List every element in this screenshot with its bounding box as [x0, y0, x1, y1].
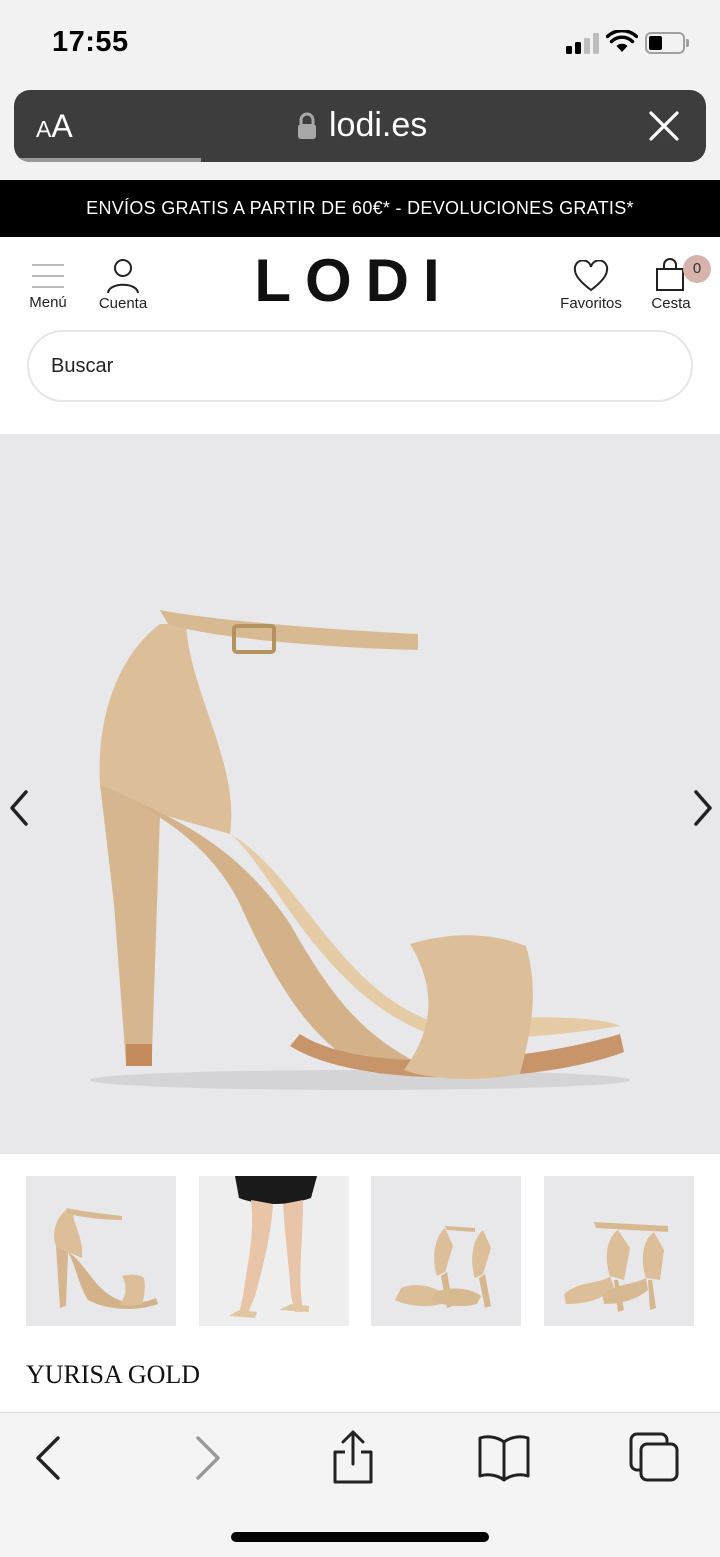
menu-icon[interactable] [32, 264, 64, 288]
home-indicator[interactable] [231, 1532, 489, 1542]
sandal-illustration [90, 610, 630, 1090]
close-icon[interactable] [648, 110, 680, 142]
browser-address-area: AA lodi.es [0, 86, 720, 180]
search-input[interactable] [27, 330, 693, 402]
promo-banner[interactable]: ENVÍOS GRATIS A PARTIR DE 60€* - DEVOLUC… [0, 180, 720, 237]
favorites-label[interactable]: Favoritos [556, 295, 626, 312]
menu-label[interactable]: Menú [18, 294, 78, 311]
status-time: 17:55 [52, 26, 129, 58]
cart-count-badge: 0 [683, 255, 711, 283]
product-main-image[interactable] [0, 434, 720, 1154]
forward-icon[interactable] [178, 1430, 234, 1486]
back-icon[interactable] [22, 1430, 78, 1486]
thumbnail-back-pair [564, 1222, 668, 1312]
share-icon[interactable] [325, 1430, 381, 1486]
product-thumbnail[interactable] [544, 1176, 694, 1326]
thumbnail-worn-on-legs [229, 1176, 317, 1318]
text-size-button[interactable]: AA [36, 108, 73, 145]
url-text[interactable]: lodi.es [329, 106, 427, 145]
cellular-signal-icon [566, 32, 602, 54]
heart-icon[interactable] [573, 260, 609, 292]
account-label[interactable]: Cuenta [92, 295, 154, 312]
account-icon[interactable] [106, 258, 140, 294]
thumbnail-front-pair [395, 1226, 491, 1308]
shopping-bag-icon[interactable] [655, 258, 685, 292]
bookmarks-icon[interactable] [476, 1430, 532, 1486]
product-name: YURISA GOLD [26, 1360, 201, 1389]
product-thumbnail[interactable] [26, 1176, 176, 1326]
next-image-arrow-icon[interactable] [688, 788, 718, 828]
product-thumbnail[interactable] [199, 1176, 349, 1326]
product-thumbnail[interactable] [371, 1176, 521, 1326]
cart-label[interactable]: Cesta [646, 295, 696, 312]
thumbnail-side-view [54, 1208, 158, 1309]
page-load-progress [14, 158, 201, 162]
wifi-icon [606, 30, 638, 52]
battery-icon [645, 32, 689, 54]
previous-image-arrow-icon[interactable] [4, 788, 34, 828]
status-bar: 17:55 [0, 0, 720, 86]
site-logo[interactable]: LODI [240, 246, 468, 315]
address-bar[interactable]: AA lodi.es [14, 90, 706, 162]
lock-icon [298, 112, 316, 139]
tabs-icon[interactable] [627, 1430, 683, 1486]
